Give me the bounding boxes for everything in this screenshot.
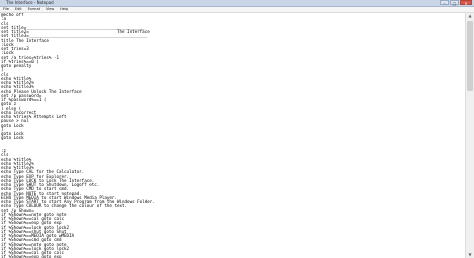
menu-help[interactable]: Help <box>57 7 71 12</box>
minimize-button[interactable]: – <box>440 0 449 6</box>
menu-format[interactable]: Format <box>25 7 43 12</box>
text-editor[interactable]: @echo off:a cls set title=________________… <box>1 13 465 258</box>
scroll-thumb[interactable] <box>467 21 473 91</box>
maximize-button[interactable]: □ <box>450 0 459 6</box>
menu-file[interactable]: File <box>0 7 12 12</box>
title-bar[interactable]: The Interface - Notepad – □ ✕ <box>0 0 474 7</box>
notepad-window: The Interface - Notepad – □ ✕ File Edit … <box>0 0 474 258</box>
menu-view[interactable]: View <box>43 7 57 12</box>
menu-edit[interactable]: Edit <box>12 7 25 12</box>
close-button[interactable]: ✕ <box>460 0 472 6</box>
scroll-up-arrow-icon[interactable]: ▲ <box>467 13 473 19</box>
vertical-scrollbar[interactable]: ▲ ▼ <box>465 13 474 258</box>
window-controls: – □ ✕ <box>439 0 472 6</box>
window-title: The Interface - Notepad <box>6 0 54 5</box>
scroll-down-arrow-icon[interactable]: ▼ <box>467 252 473 258</box>
